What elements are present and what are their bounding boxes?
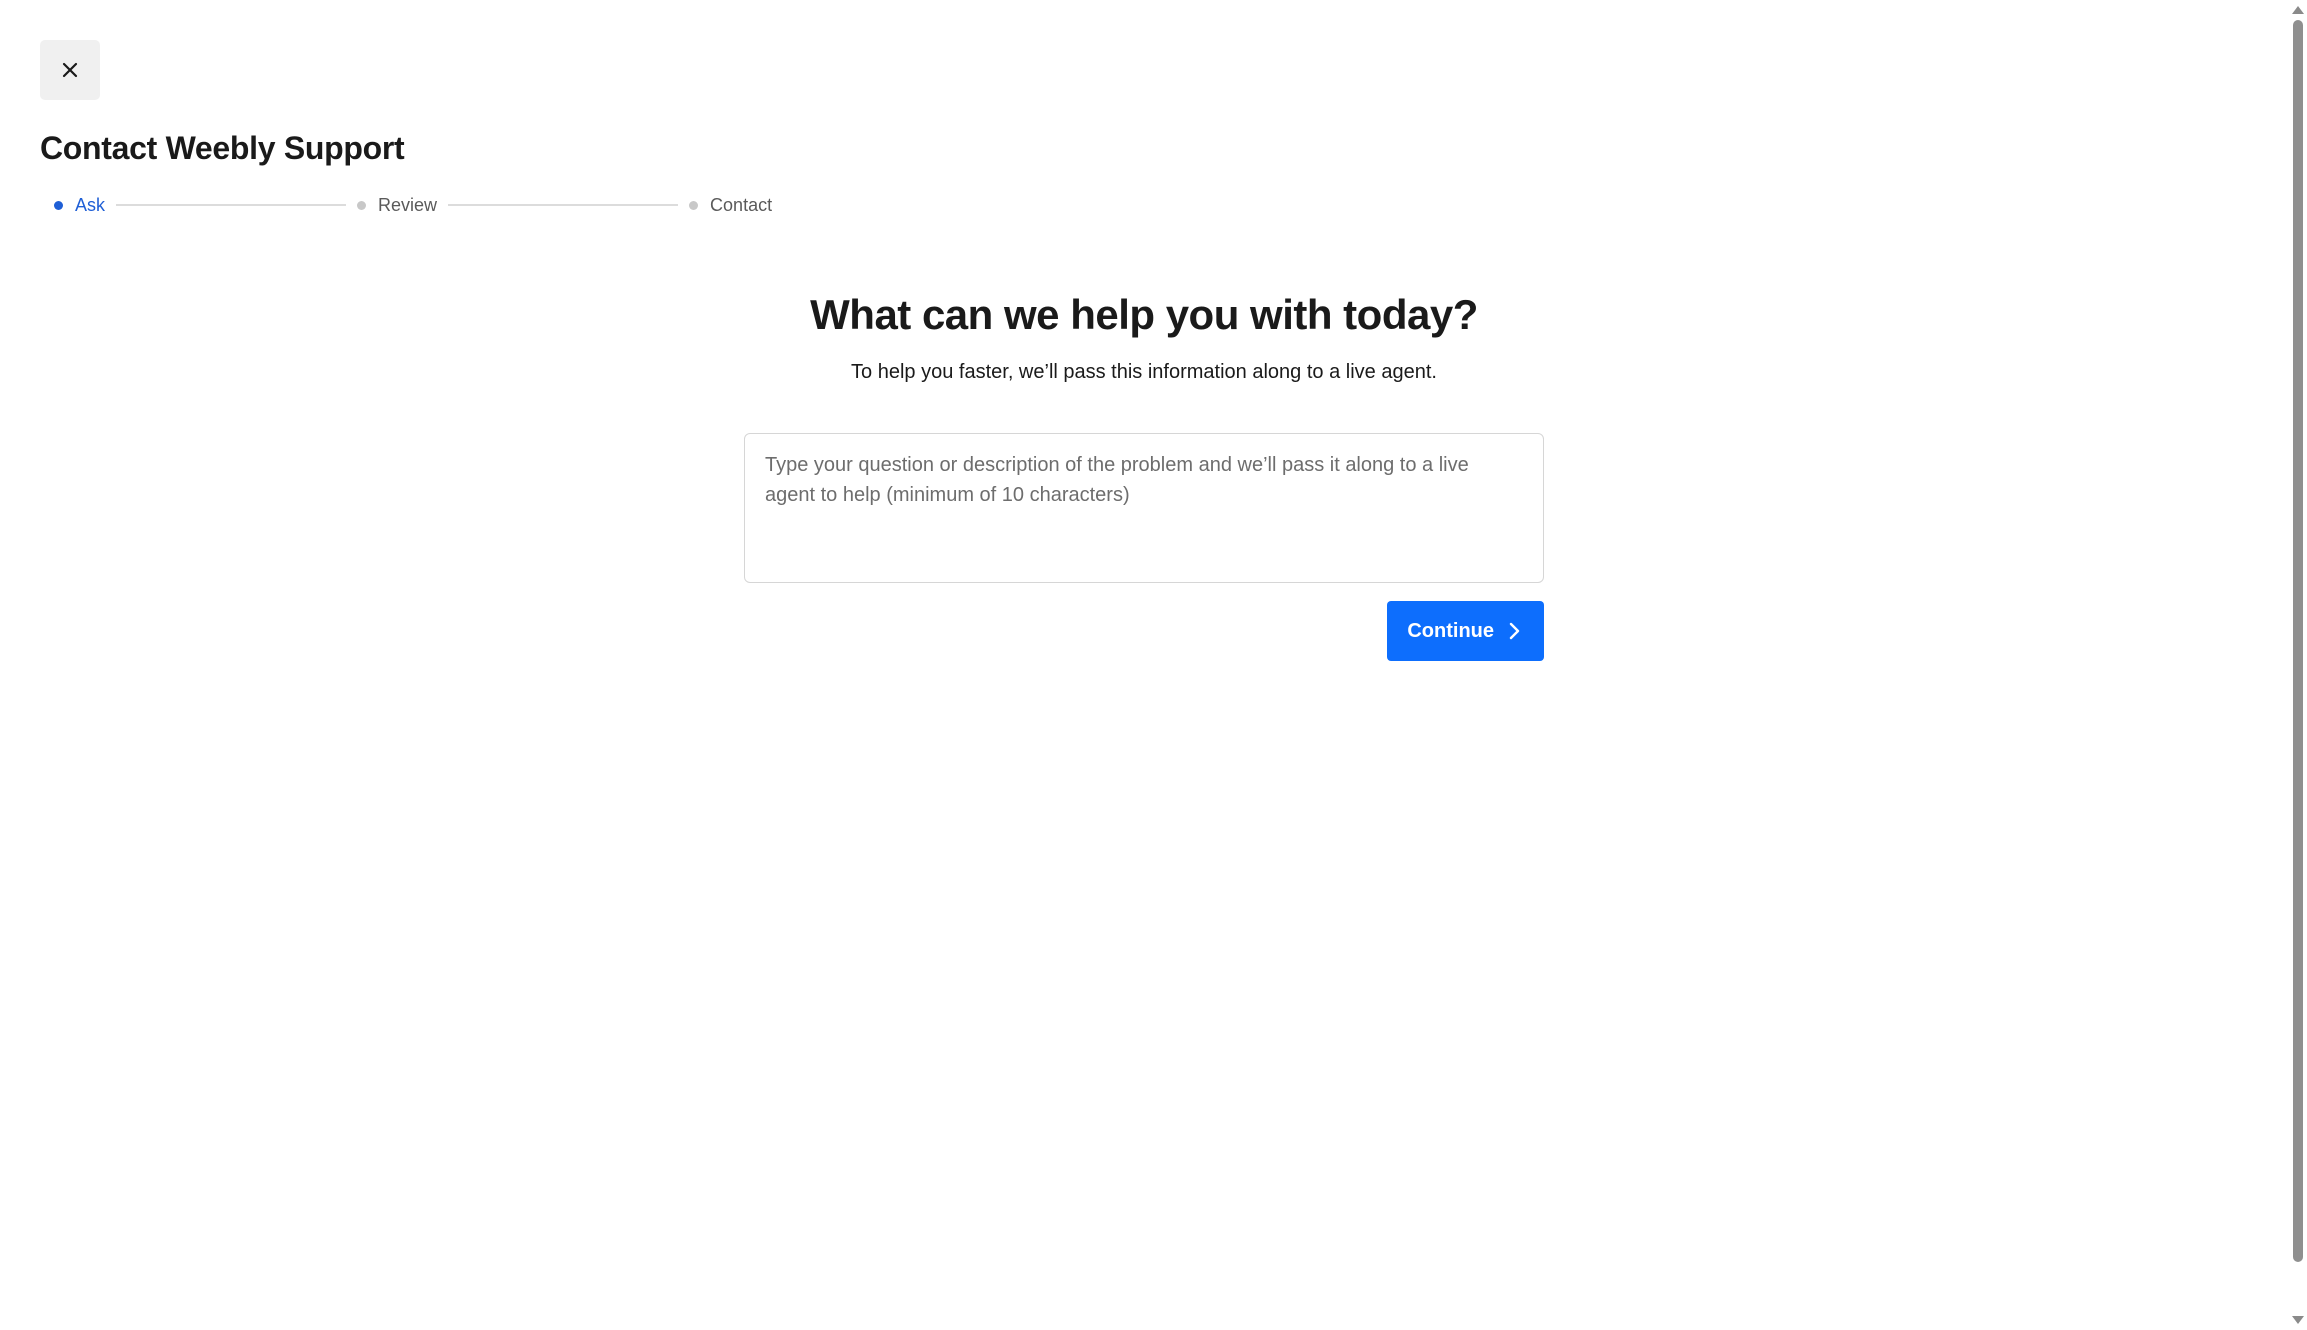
contact-support-page: Contact Weebly Support Ask Review Contac… bbox=[0, 0, 2307, 1330]
step-label: Contact bbox=[710, 194, 773, 215]
scroll-up-arrow-icon[interactable] bbox=[2292, 6, 2304, 14]
continue-button[interactable]: Continue bbox=[1387, 601, 1544, 661]
question-textarea[interactable] bbox=[744, 433, 1544, 583]
close-button[interactable] bbox=[40, 40, 100, 100]
step-connector bbox=[116, 204, 347, 206]
vertical-scrollbar[interactable] bbox=[2289, 0, 2307, 1330]
continue-label: Continue bbox=[1407, 619, 1494, 642]
question-form: What can we help you with today? To help… bbox=[744, 285, 1544, 661]
step-review: Review bbox=[357, 195, 437, 216]
scrollbar-thumb[interactable] bbox=[2293, 20, 2303, 1262]
step-label: Ask bbox=[75, 194, 106, 215]
step-dot-icon bbox=[689, 200, 699, 210]
step-label: Review bbox=[378, 194, 438, 215]
progress-stepper: Ask Review Contact bbox=[54, 192, 772, 218]
page-title: Contact Weebly Support bbox=[40, 130, 405, 166]
step-dot-icon bbox=[357, 200, 367, 210]
form-actions: Continue bbox=[744, 601, 1544, 661]
form-heading: What can we help you with today? bbox=[810, 291, 1478, 338]
form-subtext: To help you faster, we’ll pass this info… bbox=[851, 361, 1437, 383]
chevron-right-icon bbox=[1509, 622, 1520, 640]
step-ask: Ask bbox=[54, 195, 105, 216]
scroll-down-arrow-icon[interactable] bbox=[2292, 1316, 2304, 1324]
step-contact: Contact bbox=[689, 195, 772, 216]
close-icon bbox=[62, 62, 78, 78]
step-dot-icon bbox=[54, 200, 63, 210]
step-connector bbox=[448, 204, 679, 206]
